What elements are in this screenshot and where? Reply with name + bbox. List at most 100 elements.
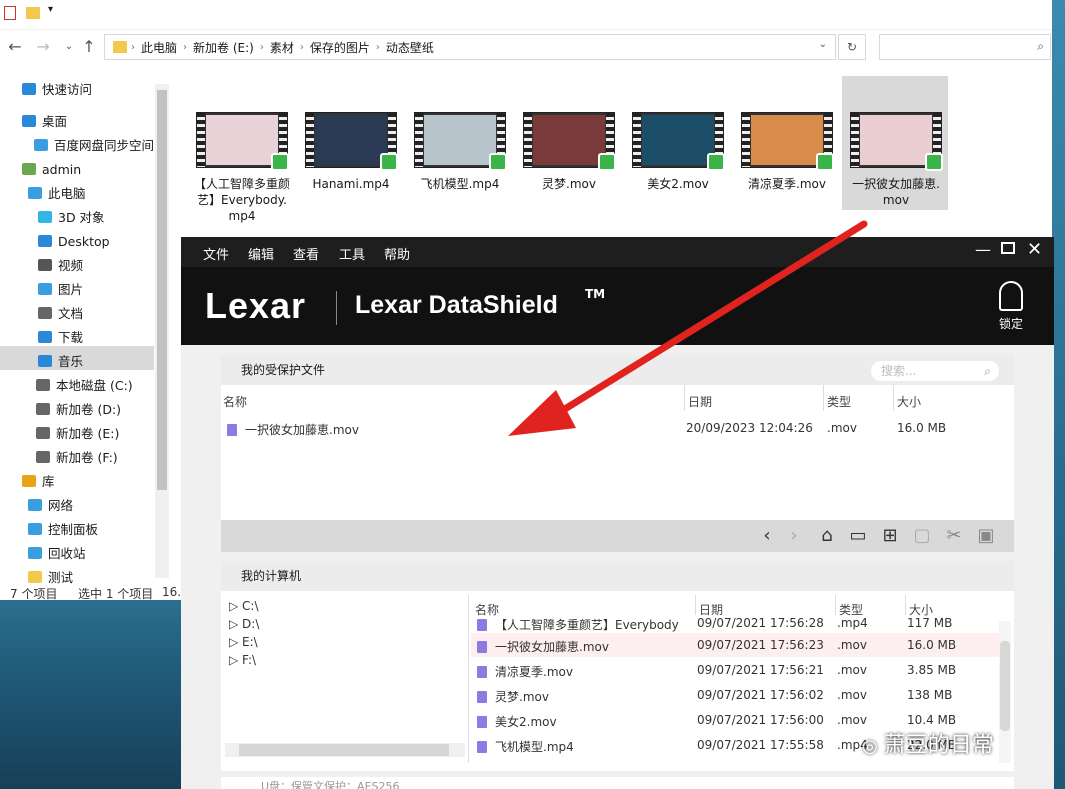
back-icon[interactable]: ‹ <box>756 526 778 546</box>
sidebar-item[interactable]: 3D 对象 <box>38 206 105 230</box>
thumbnail-image <box>533 115 605 165</box>
new-folder-icon[interactable]: ⊞ <box>879 526 901 546</box>
close-icon[interactable]: ✕ <box>1027 239 1042 260</box>
table-row[interactable]: 一択彼女加藤恵.mov <box>227 421 359 438</box>
up-icon[interactable]: ↑ <box>80 38 98 56</box>
cloud-icon <box>34 139 48 151</box>
sidebar-item[interactable]: 新加卷 (D:) <box>36 398 121 422</box>
table-row[interactable]: 清凉夏季.mov 09/07/2021 17:56:21 .mov 3.85 MB <box>471 658 999 682</box>
watermark: ◎ 萧豆的日常 <box>862 727 994 759</box>
forward-icon[interactable]: › <box>783 526 805 546</box>
file-item[interactable]: 【人工智障多重颜艺】Everybody.mp4 <box>194 112 290 224</box>
menu-edit[interactable]: 编辑 <box>248 244 274 263</box>
dropdown-icon[interactable]: ▾ <box>48 4 53 15</box>
lock-button[interactable]: 锁定 <box>991 281 1031 332</box>
sidebar-item[interactable]: admin <box>22 158 81 182</box>
sidebar-item[interactable]: 图片 <box>38 278 83 302</box>
tree-item-f[interactable]: ▷ F:\ <box>229 653 256 667</box>
film-icon <box>38 259 52 271</box>
sidebar-item[interactable]: 控制面板 <box>28 518 98 542</box>
column-header-size[interactable]: 大小 <box>909 601 933 618</box>
sidebar-item[interactable]: 新加卷 (E:) <box>36 422 119 446</box>
tree-h-scrollbar-thumb[interactable] <box>239 744 449 756</box>
breadcrumb-item[interactable]: 保存的图片 <box>304 39 376 56</box>
file-item[interactable]: 美女2.mov <box>630 112 726 192</box>
file-date: 09/07/2021 17:56:23 <box>697 638 824 652</box>
paste-icon[interactable]: ▣ <box>975 526 997 546</box>
column-header-size[interactable]: 大小 <box>897 393 921 410</box>
file-item[interactable]: 飞机模型.mp4 <box>412 112 508 192</box>
copy-icon[interactable]: ▢ <box>911 526 933 546</box>
cut-icon[interactable]: ✂ <box>943 526 965 546</box>
column-separator <box>684 385 685 411</box>
refresh-button[interactable]: ↻ <box>838 34 866 60</box>
menu-help[interactable]: 帮助 <box>384 244 410 263</box>
column-header-type[interactable]: 类型 <box>839 601 863 618</box>
breadcrumb-item[interactable]: 此电脑 <box>135 39 183 56</box>
drive-icon <box>36 427 50 439</box>
column-header-type[interactable]: 类型 <box>827 393 851 410</box>
back-icon[interactable]: ← <box>6 38 24 56</box>
file-type: .mp4 <box>837 617 868 630</box>
file-item[interactable]: 灵梦.mov <box>521 112 617 192</box>
properties-icon[interactable] <box>4 6 16 20</box>
recent-dropdown-icon[interactable]: ⌄ <box>60 38 78 56</box>
menu-bar: 文件 编辑 查看 工具 帮助 — ✕ <box>181 237 1054 267</box>
sidebar-item[interactable]: 百度网盘同步空间 <box>34 134 154 158</box>
file-item[interactable]: Hanami.mp4 <box>303 112 399 192</box>
tree-item-e[interactable]: ▷ E:\ <box>229 635 258 649</box>
folder-move-icon[interactable]: ▭ <box>847 526 869 546</box>
restore-icon[interactable] <box>1001 242 1015 254</box>
sidebar-item-label: admin <box>42 162 82 177</box>
table-row[interactable]: 灵梦.mov 09/07/2021 17:56:02 .mov 138 MB <box>471 683 999 707</box>
column-header-name[interactable]: 名称 <box>223 393 247 410</box>
home-icon[interactable]: ⌂ <box>816 526 838 546</box>
sidebar-item[interactable]: 下载 <box>38 326 83 350</box>
menu-file[interactable]: 文件 <box>203 244 229 263</box>
sidebar-item[interactable]: 文档 <box>38 302 83 326</box>
column-header-date[interactable]: 日期 <box>688 393 712 410</box>
search-input[interactable]: ⌕ <box>879 34 1051 60</box>
sidebar-item[interactable]: 音乐 <box>38 350 83 374</box>
tree-item-d[interactable]: ▷ D:\ <box>229 617 259 631</box>
sidebar-item[interactable]: Desktop <box>38 230 110 254</box>
minimize-icon[interactable]: — <box>975 240 991 259</box>
tree-h-scrollbar[interactable] <box>225 743 465 757</box>
sidebar-item[interactable]: 桌面 <box>22 110 67 134</box>
menu-view[interactable]: 查看 <box>293 244 319 263</box>
sidebar-item-label: 下载 <box>58 330 84 345</box>
sidebar-item[interactable]: 网络 <box>28 494 73 518</box>
sidebar-scrollbar-thumb[interactable] <box>157 90 167 490</box>
folder-icon[interactable] <box>26 7 40 19</box>
breadcrumb-item[interactable]: 动态壁纸 <box>380 39 440 56</box>
file-list-scrollbar[interactable] <box>999 621 1011 763</box>
file-list-scrollbar-thumb[interactable] <box>1000 641 1010 731</box>
sidebar-item[interactable]: 快速访问 <box>22 78 92 102</box>
menu-tools[interactable]: 工具 <box>339 244 365 263</box>
file-name: 一択彼女加藤恵.mov <box>245 423 359 437</box>
video-thumbnail <box>414 112 507 171</box>
download-icon <box>38 331 52 343</box>
forward-icon[interactable]: → <box>34 38 52 56</box>
column-header-name[interactable]: 名称 <box>475 601 499 618</box>
column-header-date[interactable]: 日期 <box>699 601 723 618</box>
sidebar-item[interactable]: 视频 <box>38 254 83 278</box>
computer-icon <box>28 187 42 199</box>
sidebar-item[interactable]: 此电脑 <box>28 182 86 206</box>
sidebar-item[interactable]: 回收站 <box>28 542 86 566</box>
sidebar-item[interactable]: 库 <box>22 470 55 494</box>
sidebar-item[interactable]: 新加卷 (F:) <box>36 446 118 470</box>
file-size: 16.0 MB <box>897 421 947 435</box>
tree-item-c[interactable]: ▷ C:\ <box>229 599 259 613</box>
sidebar-item-label: 本地磁盘 (C:) <box>56 378 133 393</box>
protected-search-input[interactable]: 搜索... ⌕ <box>871 361 999 381</box>
breadcrumb-item[interactable]: 新加卷 (E:) <box>187 39 260 56</box>
file-item[interactable]: 一択彼女加藤恵.mov <box>848 112 944 208</box>
file-item[interactable]: 清凉夏季.mov <box>739 112 835 192</box>
chevron-down-icon[interactable]: ⌄ <box>819 39 827 50</box>
address-bar[interactable]: › 此电脑 › 新加卷 (E:) › 素材 › 保存的图片 › 动态壁纸 ⌄ <box>104 34 836 60</box>
table-row[interactable]: 一択彼女加藤恵.mov 09/07/2021 17:56:23 .mov 16.0 M… <box>471 633 999 657</box>
breadcrumb-item[interactable]: 素材 <box>264 39 300 56</box>
file-date: 09/07/2021 17:56:00 <box>697 713 824 727</box>
sidebar-item[interactable]: 本地磁盘 (C:) <box>36 374 133 398</box>
